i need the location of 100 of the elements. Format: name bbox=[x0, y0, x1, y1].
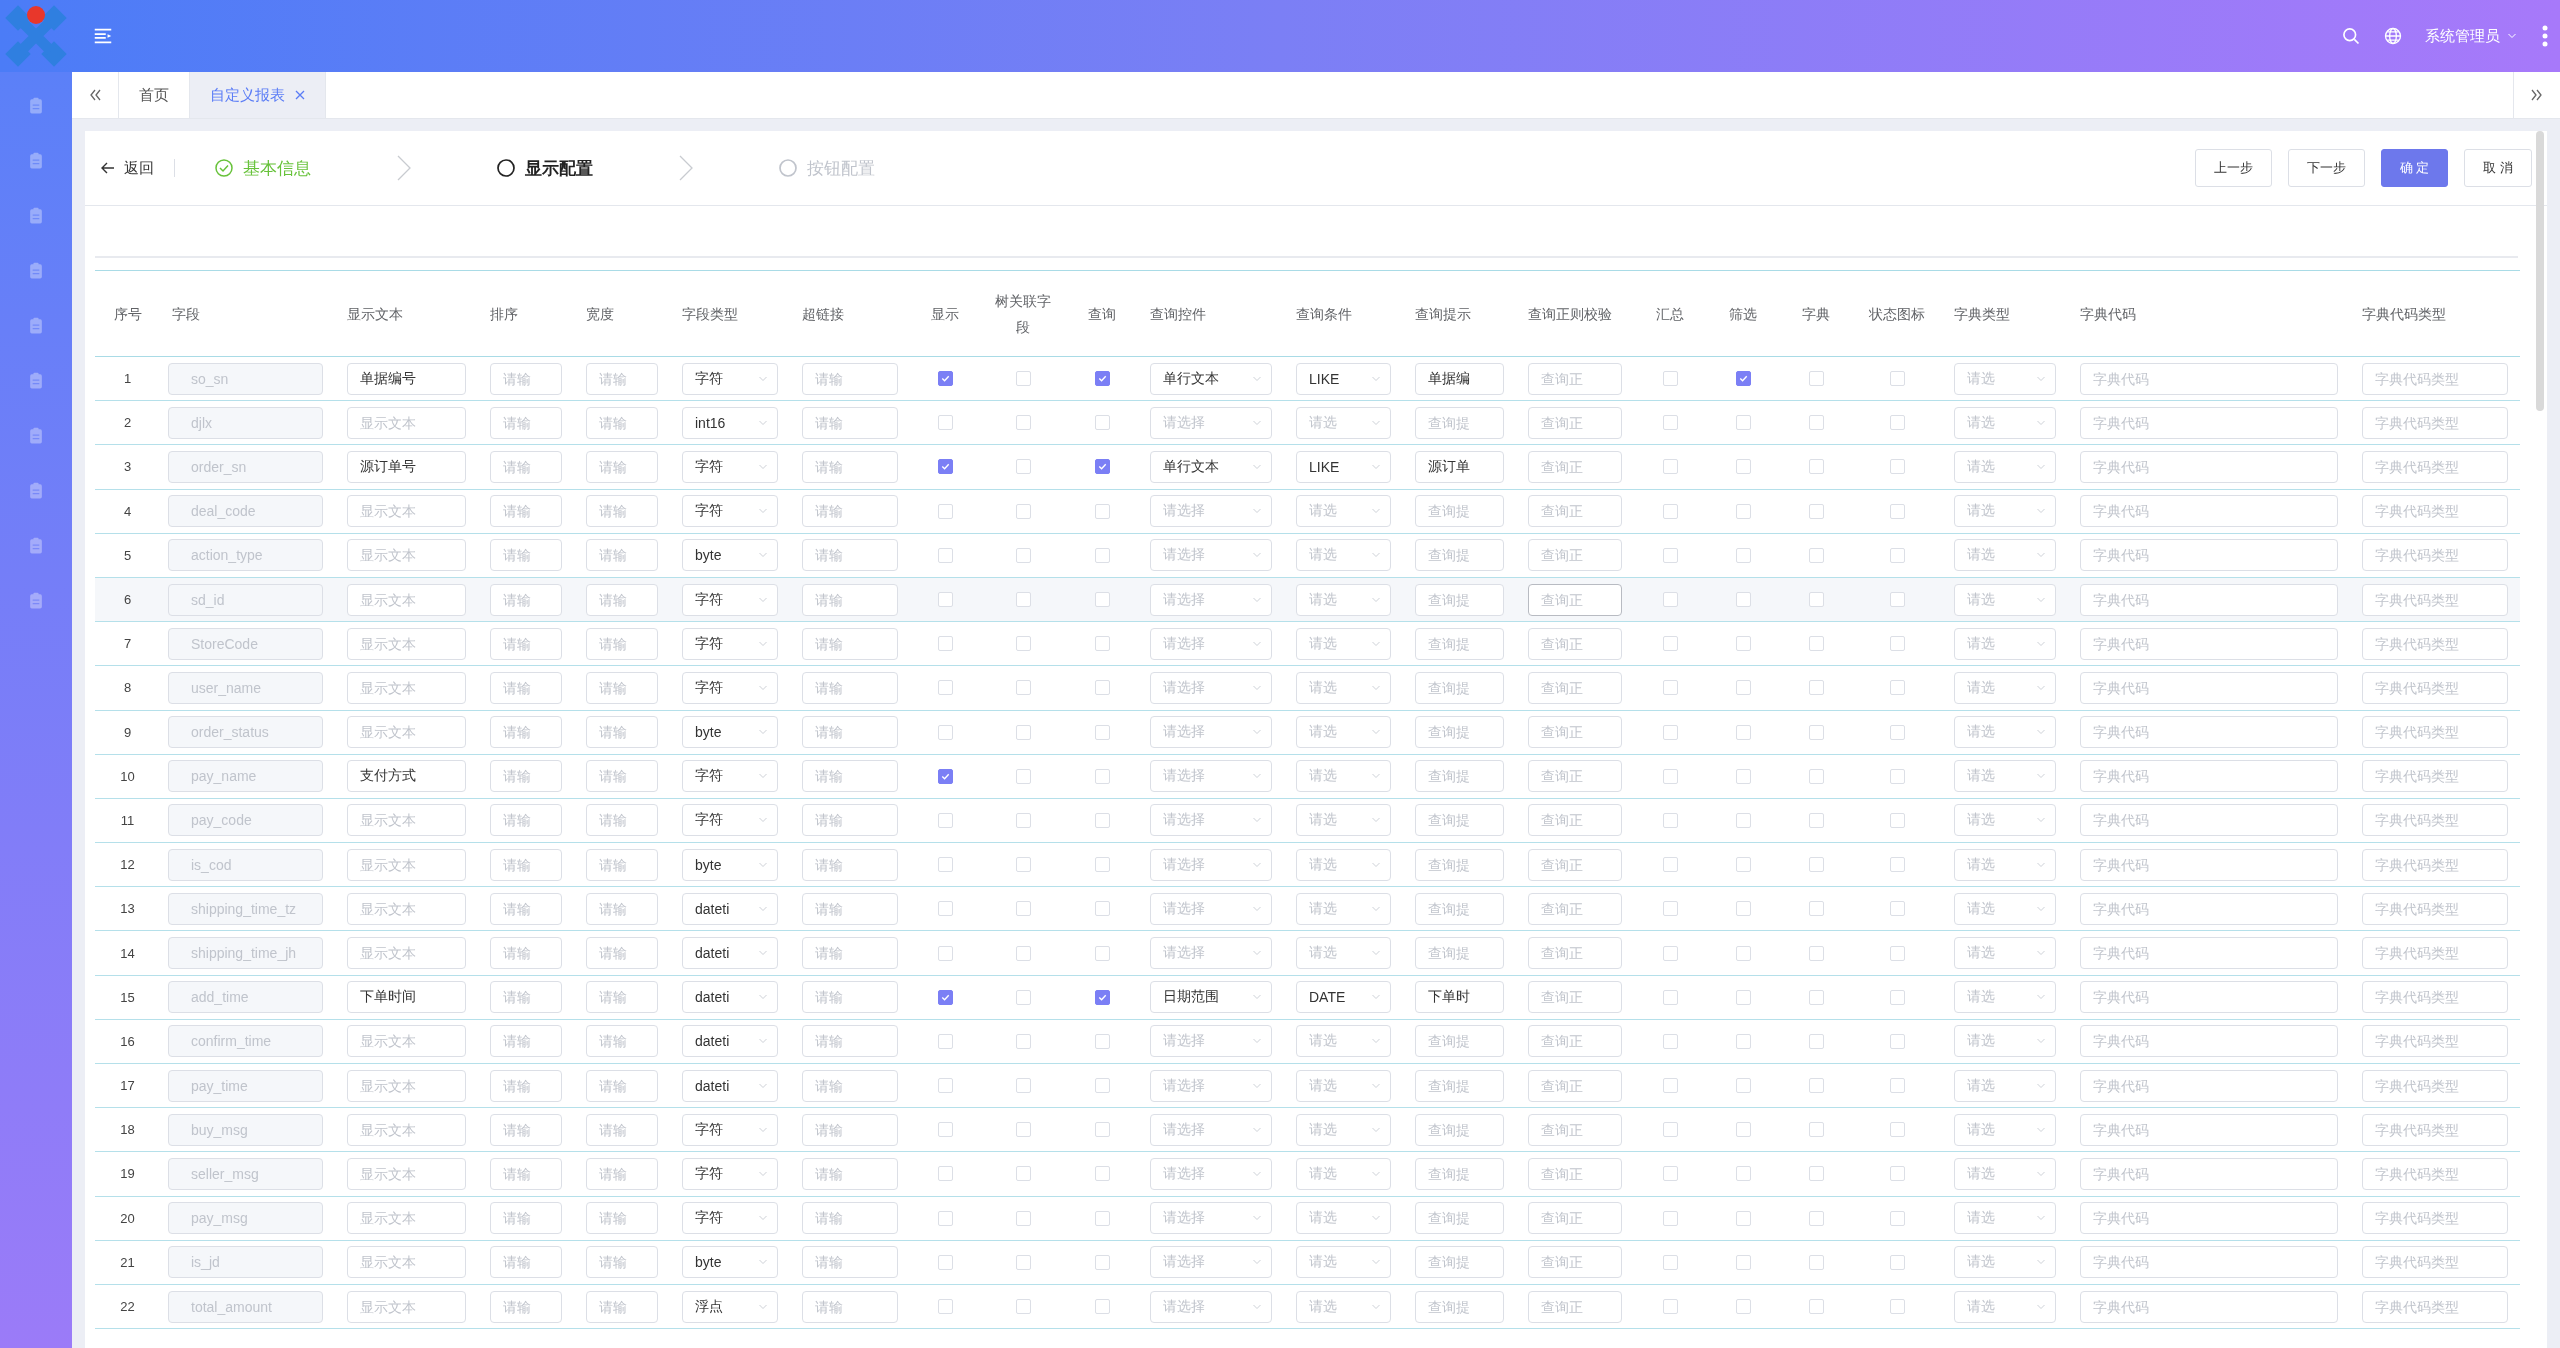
dict-checkbox[interactable] bbox=[1808, 989, 1824, 1005]
field-type-select[interactable]: dateti bbox=[682, 892, 778, 925]
display-text-input[interactable]: 显示文本 bbox=[347, 1290, 466, 1323]
dict-code-input[interactable]: 字典代码 bbox=[2080, 495, 2338, 528]
dict-checkbox[interactable] bbox=[1808, 371, 1824, 387]
step-button[interactable]: 上一步 bbox=[2194, 149, 2272, 187]
scrollbar[interactable] bbox=[2536, 131, 2544, 411]
query-regex-input[interactable]: 查询正 bbox=[1528, 716, 1622, 749]
dict-code-input[interactable]: 字典代码 bbox=[2080, 583, 2338, 616]
sort-input[interactable]: 请输 bbox=[490, 1202, 562, 1235]
dict-code-type-input[interactable]: 字典代码类型 bbox=[2362, 1290, 2508, 1323]
summary-checkbox[interactable] bbox=[1662, 1033, 1678, 1049]
display-text-input[interactable]: 下单时间 bbox=[347, 981, 466, 1014]
query-regex-input[interactable]: 查询正 bbox=[1528, 539, 1622, 572]
query-control-select[interactable]: 请选择 bbox=[1150, 583, 1272, 616]
sort-input[interactable]: 请输 bbox=[490, 804, 562, 837]
summary-checkbox[interactable] bbox=[1662, 592, 1678, 608]
summary-checkbox[interactable] bbox=[1662, 547, 1678, 563]
dict-type-select[interactable]: 请选 bbox=[1954, 848, 2056, 881]
dict-code-input[interactable]: 字典代码 bbox=[2080, 362, 2338, 395]
tree-field-checkbox[interactable] bbox=[1015, 503, 1031, 519]
width-input[interactable]: 请输 bbox=[586, 848, 658, 881]
tree-field-checkbox[interactable] bbox=[1015, 1122, 1031, 1138]
display-text-input[interactable]: 显示文本 bbox=[347, 1157, 466, 1190]
dict-code-type-input[interactable]: 字典代码类型 bbox=[2362, 671, 2508, 704]
query-condition-select[interactable]: 请选 bbox=[1296, 848, 1391, 881]
dict-code-type-input[interactable]: 字典代码类型 bbox=[2362, 1246, 2508, 1279]
query-regex-input[interactable]: 查询正 bbox=[1528, 406, 1622, 439]
tree-field-checkbox[interactable] bbox=[1015, 812, 1031, 828]
hyperlink-input[interactable]: 请输 bbox=[802, 495, 898, 528]
field-type-select[interactable]: 字符 bbox=[682, 450, 778, 483]
width-input[interactable]: 请输 bbox=[586, 1246, 658, 1279]
dict-type-select[interactable]: 请选 bbox=[1954, 495, 2056, 528]
query-hint-input[interactable]: 查询提 bbox=[1415, 760, 1504, 793]
query-condition-select[interactable]: 请选 bbox=[1296, 1290, 1391, 1323]
query-condition-select[interactable]: LIKE bbox=[1296, 362, 1391, 395]
summary-checkbox[interactable] bbox=[1662, 459, 1678, 475]
hyperlink-input[interactable]: 请输 bbox=[802, 450, 898, 483]
sort-input[interactable]: 请输 bbox=[490, 495, 562, 528]
query-condition-select[interactable]: 请选 bbox=[1296, 892, 1391, 925]
width-input[interactable]: 请输 bbox=[586, 937, 658, 970]
field-type-select[interactable]: 字符 bbox=[682, 1202, 778, 1235]
display-text-input[interactable]: 显示文本 bbox=[347, 1202, 466, 1235]
tree-field-checkbox[interactable] bbox=[1015, 371, 1031, 387]
query-regex-input[interactable]: 查询正 bbox=[1528, 1202, 1622, 1235]
tab[interactable]: 自定义报表 bbox=[190, 72, 326, 118]
query-hint-input[interactable]: 查询提 bbox=[1415, 716, 1504, 749]
tree-field-checkbox[interactable] bbox=[1015, 857, 1031, 873]
status-icon-checkbox[interactable] bbox=[1889, 901, 1905, 917]
hyperlink-input[interactable]: 请输 bbox=[802, 937, 898, 970]
display-text-input[interactable]: 显示文本 bbox=[347, 406, 466, 439]
dict-code-input[interactable]: 字典代码 bbox=[2080, 1246, 2338, 1279]
dict-type-select[interactable]: 请选 bbox=[1954, 937, 2056, 970]
dict-code-input[interactable]: 字典代码 bbox=[2080, 539, 2338, 572]
sort-input[interactable]: 请输 bbox=[490, 892, 562, 925]
query-checkbox[interactable] bbox=[1094, 371, 1110, 387]
query-control-select[interactable]: 请选择 bbox=[1150, 495, 1272, 528]
summary-checkbox[interactable] bbox=[1662, 1299, 1678, 1315]
dict-code-input[interactable]: 字典代码 bbox=[2080, 716, 2338, 749]
query-condition-select[interactable]: 请选 bbox=[1296, 1069, 1391, 1102]
dict-code-input[interactable]: 字典代码 bbox=[2080, 1025, 2338, 1058]
dict-code-input[interactable]: 字典代码 bbox=[2080, 627, 2338, 660]
tree-field-checkbox[interactable] bbox=[1015, 1299, 1031, 1315]
hyperlink-input[interactable]: 请输 bbox=[802, 362, 898, 395]
query-condition-select[interactable]: 请选 bbox=[1296, 406, 1391, 439]
show-checkbox[interactable] bbox=[937, 989, 953, 1005]
query-condition-select[interactable]: 请选 bbox=[1296, 583, 1391, 616]
query-hint-input[interactable]: 查询提 bbox=[1415, 804, 1504, 837]
dict-type-select[interactable]: 请选 bbox=[1954, 362, 2056, 395]
dict-code-type-input[interactable]: 字典代码类型 bbox=[2362, 1025, 2508, 1058]
query-control-select[interactable]: 单行文本 bbox=[1150, 450, 1272, 483]
dict-checkbox[interactable] bbox=[1808, 415, 1824, 431]
query-control-select[interactable]: 日期范围 bbox=[1150, 981, 1272, 1014]
query-regex-input[interactable]: 查询正 bbox=[1528, 981, 1622, 1014]
status-icon-checkbox[interactable] bbox=[1889, 371, 1905, 387]
query-condition-select[interactable]: 请选 bbox=[1296, 937, 1391, 970]
tree-field-checkbox[interactable] bbox=[1015, 1166, 1031, 1182]
tree-field-checkbox[interactable] bbox=[1015, 547, 1031, 563]
query-regex-input[interactable]: 查询正 bbox=[1528, 804, 1622, 837]
tree-field-checkbox[interactable] bbox=[1015, 459, 1031, 475]
width-input[interactable]: 请输 bbox=[586, 1202, 658, 1235]
query-hint-input[interactable]: 源订单 bbox=[1415, 450, 1504, 483]
status-icon-checkbox[interactable] bbox=[1889, 415, 1905, 431]
tree-field-checkbox[interactable] bbox=[1015, 592, 1031, 608]
hyperlink-input[interactable]: 请输 bbox=[802, 1025, 898, 1058]
summary-checkbox[interactable] bbox=[1662, 945, 1678, 961]
query-control-select[interactable]: 请选择 bbox=[1150, 406, 1272, 439]
query-hint-input[interactable]: 查询提 bbox=[1415, 671, 1504, 704]
query-regex-input[interactable]: 查询正 bbox=[1528, 450, 1622, 483]
summary-checkbox[interactable] bbox=[1662, 1078, 1678, 1094]
dict-checkbox[interactable] bbox=[1808, 503, 1824, 519]
query-hint-input[interactable]: 查询提 bbox=[1415, 1025, 1504, 1058]
sort-input[interactable]: 请输 bbox=[490, 1025, 562, 1058]
query-hint-input[interactable]: 查询提 bbox=[1415, 1157, 1504, 1190]
show-checkbox[interactable] bbox=[937, 768, 953, 784]
dict-code-input[interactable]: 字典代码 bbox=[2080, 1202, 2338, 1235]
query-control-select[interactable]: 请选择 bbox=[1150, 1290, 1272, 1323]
query-regex-input[interactable]: 查询正 bbox=[1528, 495, 1622, 528]
sort-input[interactable]: 请输 bbox=[490, 583, 562, 616]
dict-checkbox[interactable] bbox=[1808, 1210, 1824, 1226]
